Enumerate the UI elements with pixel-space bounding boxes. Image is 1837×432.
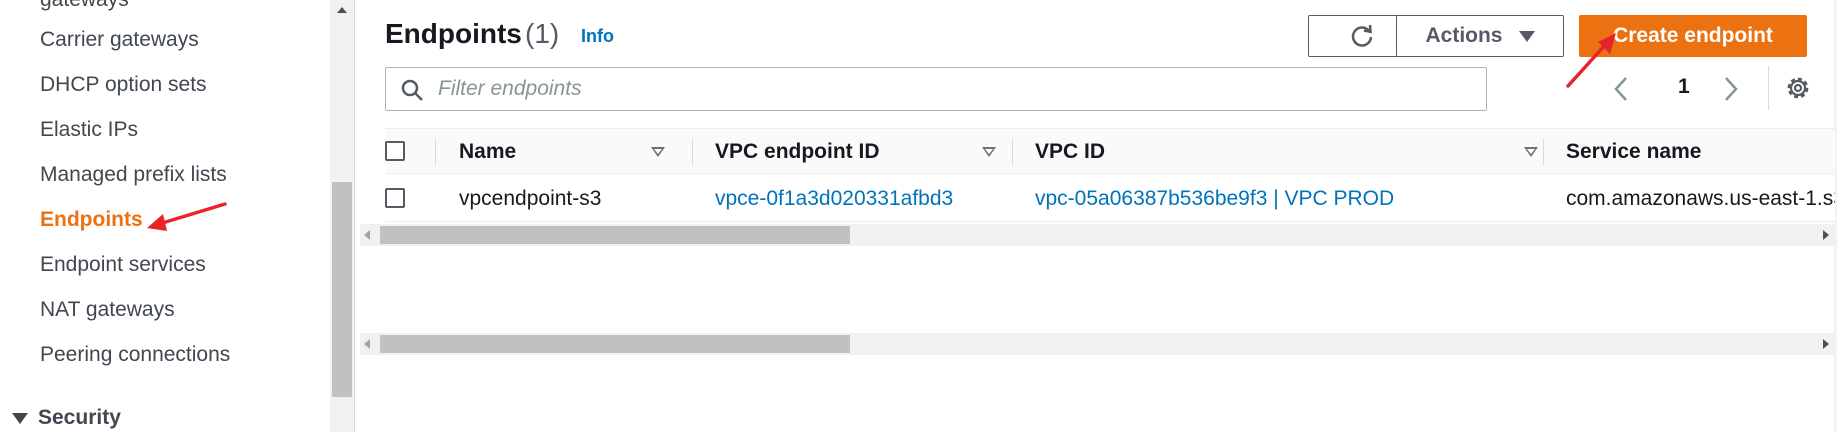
- sidebar-item-carrier-gateways[interactable]: Carrier gateways: [40, 28, 199, 52]
- column-divider[interactable]: [692, 139, 693, 165]
- sort-icon[interactable]: [1524, 147, 1538, 157]
- column-divider[interactable]: [1012, 139, 1013, 165]
- actions-dropdown[interactable]: Actions: [1396, 15, 1564, 57]
- sidebar-scrollbar[interactable]: [330, 0, 354, 432]
- caret-down-icon: [1518, 30, 1535, 42]
- page-hscrollbar[interactable]: [360, 333, 1835, 355]
- sidebar-section-label: Security: [38, 406, 121, 429]
- cell-service-name: com.amazonaws.us-east-1.s3: [1566, 187, 1835, 210]
- row-checkbox[interactable]: [385, 188, 405, 208]
- column-header-vpc-id[interactable]: VPC ID: [1035, 140, 1105, 164]
- refresh-icon: [1351, 24, 1373, 47]
- page-title: Endpoints: [385, 18, 522, 49]
- cell-vpc-endpoint-id-link[interactable]: vpce-0f1a3d020331afbd3: [715, 187, 953, 211]
- sidebar-item-endpoints[interactable]: Endpoints: [40, 208, 143, 232]
- column-header-vpc-endpoint-id[interactable]: VPC endpoint ID: [715, 140, 880, 164]
- endpoint-count: (1): [525, 18, 560, 49]
- sidebar-section-security[interactable]: Security: [12, 406, 121, 430]
- create-endpoint-button[interactable]: Create endpoint: [1579, 15, 1807, 57]
- scrollbar-thumb[interactable]: [380, 335, 850, 353]
- table-header: Name VPC endpoint ID VPC ID Service name: [385, 128, 1835, 174]
- sidebar-item-dhcp-option-sets[interactable]: DHCP option sets: [40, 73, 207, 97]
- scroll-right-icon[interactable]: [1823, 230, 1829, 240]
- scroll-right-icon[interactable]: [1823, 339, 1829, 349]
- search-icon: [401, 79, 423, 101]
- sort-icon[interactable]: [982, 147, 996, 157]
- sidebar-item-elastic-ips[interactable]: Elastic IPs: [40, 118, 138, 142]
- chevron-right-icon[interactable]: [1723, 76, 1739, 102]
- sidebar-item-nat-gateways[interactable]: NAT gateways: [40, 298, 175, 322]
- table-hscrollbar[interactable]: [360, 224, 1835, 246]
- page-number[interactable]: 1: [1678, 75, 1690, 99]
- filter-input[interactable]: [438, 76, 1458, 102]
- actions-label: Actions: [1425, 24, 1503, 47]
- scrollbar-thumb[interactable]: [380, 226, 850, 244]
- cell-vpc-id-link[interactable]: vpc-05a06387b536be9f3 | VPC PROD: [1035, 187, 1394, 211]
- scrollbar-thumb[interactable]: [332, 182, 352, 397]
- sidebar-item-peering-connections[interactable]: Peering connections: [40, 343, 230, 367]
- gear-icon[interactable]: [1784, 74, 1812, 102]
- main-content: Endpoints (1) Info Actions Create endpoi…: [354, 0, 1837, 432]
- sidebar-item-endpoint-services[interactable]: Endpoint services: [40, 253, 206, 277]
- select-all-checkbox[interactable]: [385, 141, 405, 161]
- column-divider[interactable]: [1543, 139, 1544, 165]
- scroll-left-icon[interactable]: [364, 339, 370, 349]
- cell-name: vpcendpoint-s3: [459, 187, 602, 210]
- info-link[interactable]: Info: [581, 26, 614, 47]
- column-header-service-name[interactable]: Service name: [1566, 140, 1701, 164]
- sidebar-item-gateways[interactable]: gateways: [40, 0, 129, 12]
- sort-icon[interactable]: [651, 147, 665, 157]
- cell-service-name-clip: com.amazonaws.us-east-1.s3: [1562, 176, 1835, 222]
- filter-bar: [385, 67, 1487, 111]
- scroll-up-icon[interactable]: [337, 7, 347, 13]
- chevron-left-icon[interactable]: [1613, 76, 1629, 102]
- caret-down-icon: [12, 412, 28, 424]
- sidebar-item-managed-prefix-lists[interactable]: Managed prefix lists: [40, 163, 227, 187]
- column-header-name[interactable]: Name: [459, 140, 516, 164]
- scroll-left-icon[interactable]: [364, 230, 370, 240]
- sidebar-nav: gateways Carrier gateways DHCP option se…: [0, 0, 330, 432]
- divider: [1768, 66, 1769, 110]
- column-divider: [435, 139, 436, 165]
- endpoints-panel: Endpoints (1) Info Actions Create endpoi…: [354, 0, 1835, 432]
- table-row[interactable]: vpcendpoint-s3 vpce-0f1a3d020331afbd3 vp…: [385, 176, 1835, 222]
